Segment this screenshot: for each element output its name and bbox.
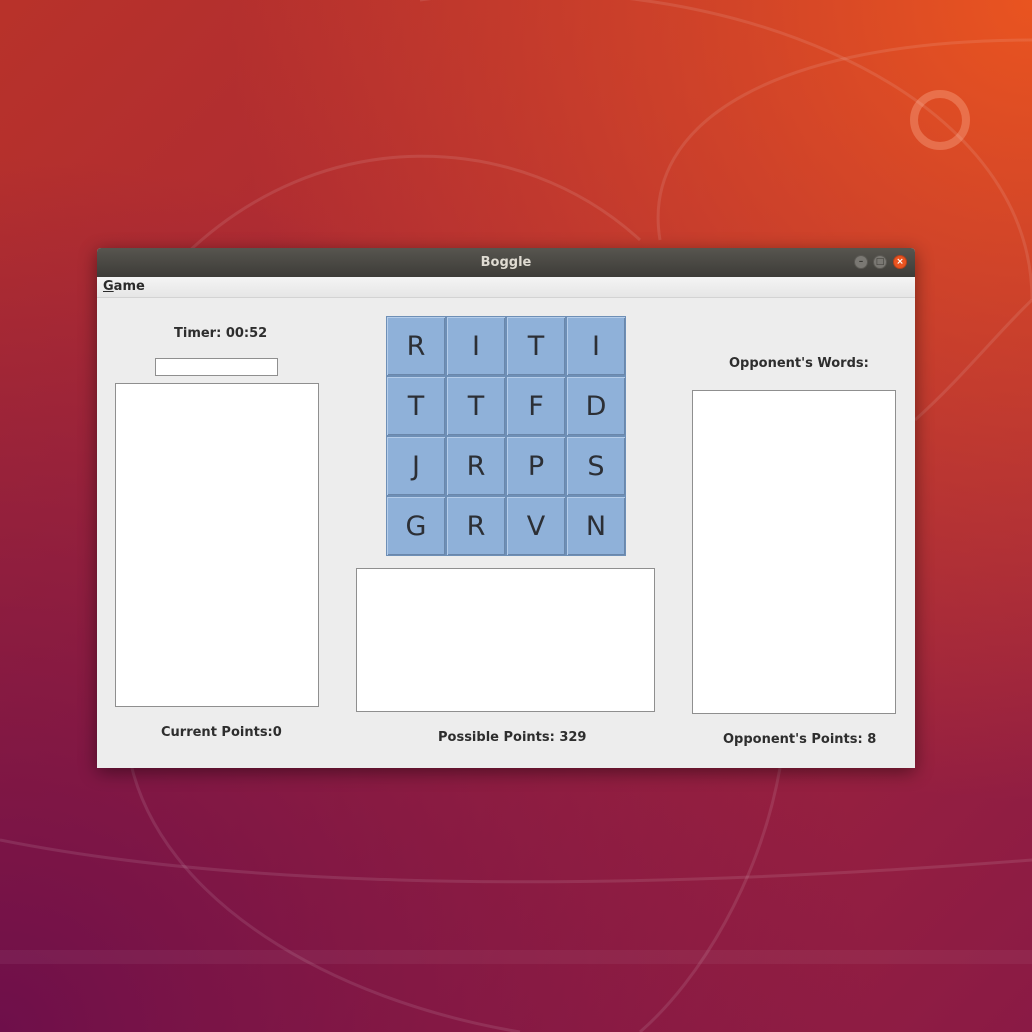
message-area[interactable] xyxy=(356,568,655,712)
board-tile[interactable]: N xyxy=(566,496,626,556)
board-tile[interactable]: F xyxy=(506,376,566,436)
opponent-points: Opponent's Points: 8 xyxy=(723,732,877,747)
window-title: Boggle xyxy=(480,255,532,270)
possible-points: Possible Points: 329 xyxy=(438,730,587,745)
timer-display: Timer: 00:52 xyxy=(174,326,267,341)
minimize-icon[interactable]: – xyxy=(854,255,868,269)
title-bar[interactable]: Boggle xyxy=(97,248,915,277)
board-tile[interactable]: R xyxy=(446,436,506,496)
close-icon[interactable]: × xyxy=(893,255,907,269)
board-tile[interactable]: I xyxy=(446,316,506,376)
board-tile[interactable]: G xyxy=(386,496,446,556)
board-tile[interactable]: I xyxy=(566,316,626,376)
board-tile[interactable]: D xyxy=(566,376,626,436)
timer-label: Timer: xyxy=(174,326,222,341)
current-points: Current Points:0 xyxy=(161,725,282,740)
boggle-board: RITITTFDJRPSGRVN xyxy=(386,316,626,556)
maximize-icon[interactable]: □ xyxy=(873,255,887,269)
menu-game[interactable]: Game xyxy=(103,279,145,294)
board-tile[interactable]: T xyxy=(446,376,506,436)
board-tile[interactable]: P xyxy=(506,436,566,496)
word-input[interactable] xyxy=(155,358,278,376)
board-tile[interactable]: T xyxy=(506,316,566,376)
board-tile[interactable]: R xyxy=(386,316,446,376)
opponent-words-list[interactable] xyxy=(692,390,896,714)
board-tile[interactable]: R xyxy=(446,496,506,556)
opponent-words-label: Opponent's Words: xyxy=(729,356,869,371)
board-tile[interactable]: V xyxy=(506,496,566,556)
boggle-window: Boggle – □ × Game Timer: 00:52 Current P… xyxy=(97,248,915,768)
found-words-list[interactable] xyxy=(115,383,319,707)
board-tile[interactable]: S xyxy=(566,436,626,496)
board-tile[interactable]: T xyxy=(386,376,446,436)
menu-bar: Game xyxy=(97,277,915,298)
timer-value: 00:52 xyxy=(225,326,268,341)
board-tile[interactable]: J xyxy=(386,436,446,496)
